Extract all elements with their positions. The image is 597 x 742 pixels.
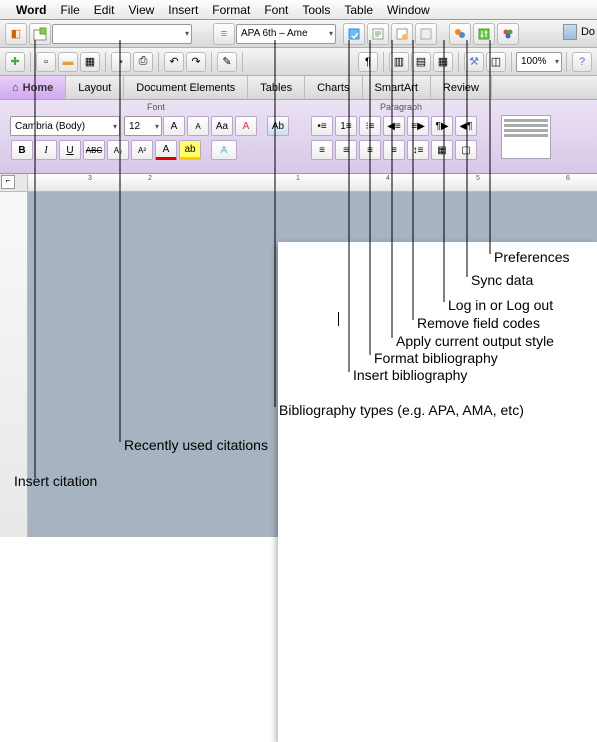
bibliography-style-dropdown[interactable]: APA 6th – Ame bbox=[236, 24, 336, 44]
preferences-button[interactable] bbox=[497, 23, 519, 45]
shading-button[interactable]: ▦ bbox=[431, 140, 453, 160]
toolbox-button[interactable]: ⚒ bbox=[464, 52, 484, 72]
tab-home[interactable]: ⌂Home bbox=[0, 76, 66, 99]
insert-citation-button[interactable] bbox=[29, 23, 51, 45]
redo-button[interactable]: ↷ bbox=[186, 52, 206, 72]
new-doc-button[interactable]: ✚ bbox=[5, 52, 25, 72]
login-logout-button[interactable] bbox=[449, 23, 471, 45]
italic-button[interactable]: I bbox=[35, 140, 57, 160]
menu-format[interactable]: Format bbox=[212, 3, 250, 17]
shrink-font-button[interactable]: A bbox=[187, 116, 209, 136]
ruler-corner: ⌐ bbox=[0, 174, 28, 191]
print-button[interactable]: ⎙ bbox=[133, 52, 153, 72]
tab-document-elements[interactable]: Document Elements bbox=[124, 76, 248, 99]
media-browser-button[interactable]: ◫ bbox=[486, 52, 506, 72]
multilevel-button[interactable]: ⁝≡ bbox=[359, 116, 381, 136]
superscript-button[interactable]: A² bbox=[131, 140, 153, 160]
underline-button[interactable]: U bbox=[59, 140, 81, 160]
align-center-button[interactable]: ≡ bbox=[335, 140, 357, 160]
bold-button[interactable]: B bbox=[11, 140, 33, 160]
strikethrough-button[interactable]: ABC bbox=[83, 140, 105, 160]
bullets-button[interactable]: •≡ bbox=[311, 116, 333, 136]
justify-button[interactable]: ≡ bbox=[383, 140, 405, 160]
borders-button[interactable]: ▢ bbox=[455, 140, 477, 160]
font-name-dropdown[interactable]: Cambria (Body) bbox=[10, 116, 120, 136]
increase-indent-button[interactable]: ≡▶ bbox=[407, 116, 429, 136]
menu-file[interactable]: File bbox=[60, 3, 79, 17]
font-size-dropdown[interactable]: 12 bbox=[124, 116, 162, 136]
styles-group-title bbox=[500, 102, 552, 114]
help-button[interactable]: ? bbox=[572, 52, 592, 72]
grow-font-button[interactable]: A bbox=[163, 116, 185, 136]
text-effects-button[interactable]: Ab bbox=[267, 116, 289, 136]
new-button[interactable]: ▫ bbox=[36, 52, 56, 72]
document-page[interactable] bbox=[278, 242, 597, 742]
nav-pane-button[interactable]: ▤ bbox=[411, 52, 431, 72]
toolbar-settings-icon[interactable]: ◧ bbox=[5, 23, 27, 45]
tab-review[interactable]: Review bbox=[431, 76, 492, 99]
bibliography-types-button[interactable]: ≡ bbox=[213, 23, 235, 45]
window-title-text: Do bbox=[581, 26, 595, 38]
paragraph-group-title: Paragraph bbox=[310, 102, 492, 114]
vertical-ruler[interactable] bbox=[0, 192, 28, 537]
citation-toolbar: ◧ ≡ APA 6th – Ame bbox=[0, 20, 597, 48]
columns-button[interactable]: ▥ bbox=[389, 52, 409, 72]
menu-tools[interactable]: Tools bbox=[302, 3, 330, 17]
decrease-indent-button[interactable]: ◀≡ bbox=[383, 116, 405, 136]
window-title: Do bbox=[563, 24, 595, 40]
gallery-button[interactable]: ▦ bbox=[433, 52, 453, 72]
tab-layout[interactable]: Layout bbox=[66, 76, 124, 99]
menu-view[interactable]: View bbox=[128, 3, 154, 17]
document-area bbox=[0, 192, 597, 537]
new-from-template-button[interactable]: ▦ bbox=[80, 52, 100, 72]
sync-data-button[interactable] bbox=[473, 23, 495, 45]
menu-font[interactable]: Font bbox=[264, 3, 288, 17]
font-group-title: Font bbox=[10, 102, 302, 114]
change-case-button[interactable]: Aa bbox=[211, 116, 233, 136]
home-icon: ⌂ bbox=[12, 82, 19, 94]
menu-insert[interactable]: Insert bbox=[168, 3, 198, 17]
styles-gallery[interactable] bbox=[501, 115, 551, 159]
font-color-button[interactable]: A bbox=[155, 140, 177, 160]
ruler-row: ⌐ 1 2 3 4 5 6 bbox=[0, 174, 597, 192]
tab-smartart[interactable]: SmartArt bbox=[363, 76, 431, 99]
ribbon-tabs: ⌂Home Layout Document Elements Tables Ch… bbox=[0, 76, 597, 100]
ltr-button[interactable]: ¶▶ bbox=[431, 116, 453, 136]
menu-table[interactable]: Table bbox=[344, 3, 373, 17]
document-icon bbox=[563, 24, 577, 40]
apply-output-style-button[interactable] bbox=[391, 23, 413, 45]
menu-edit[interactable]: Edit bbox=[94, 3, 115, 17]
highlight-button[interactable]: ab bbox=[179, 140, 201, 160]
mac-menubar: Word File Edit View Insert Format Font T… bbox=[0, 0, 597, 20]
app-menu[interactable]: Word bbox=[16, 3, 46, 17]
menu-window[interactable]: Window bbox=[387, 3, 430, 17]
save-button[interactable]: ▪ bbox=[111, 52, 131, 72]
rtl-button[interactable]: ◀¶ bbox=[455, 116, 477, 136]
open-button[interactable]: ▬ bbox=[58, 52, 78, 72]
remove-field-codes-button[interactable] bbox=[415, 23, 437, 45]
show-paragraph-button[interactable]: ¶ bbox=[358, 52, 378, 72]
standard-toolbar: ✚ ▫ ▬ ▦ ▪ ⎙ ↶ ↷ ✎ ¶ ▥ ▤ ▦ ⚒ ◫ 100% ? bbox=[0, 48, 597, 76]
styles-effects-button[interactable]: A bbox=[211, 140, 237, 160]
tab-charts[interactable]: Charts bbox=[305, 76, 362, 99]
text-cursor bbox=[338, 312, 339, 326]
insert-bibliography-button[interactable] bbox=[343, 23, 365, 45]
undo-button[interactable]: ↶ bbox=[164, 52, 184, 72]
zoom-dropdown[interactable]: 100% bbox=[516, 52, 562, 72]
tab-tables[interactable]: Tables bbox=[248, 76, 305, 99]
format-bibliography-button[interactable] bbox=[367, 23, 389, 45]
recent-citations-dropdown[interactable] bbox=[52, 24, 192, 44]
horizontal-ruler[interactable]: 1 2 3 4 5 6 bbox=[28, 174, 597, 191]
align-left-button[interactable]: ≡ bbox=[311, 140, 333, 160]
clear-formatting-button[interactable]: A bbox=[235, 116, 257, 136]
line-spacing-button[interactable]: ↕≡ bbox=[407, 140, 429, 160]
numbering-button[interactable]: 1≡ bbox=[335, 116, 357, 136]
document-canvas[interactable] bbox=[28, 192, 597, 537]
align-right-button[interactable]: ≡ bbox=[359, 140, 381, 160]
format-painter-button[interactable]: ✎ bbox=[217, 52, 237, 72]
subscript-button[interactable]: A₂ bbox=[107, 140, 129, 160]
ribbon-body: Font Cambria (Body) 12 A A Aa A Ab B I U… bbox=[0, 100, 597, 174]
